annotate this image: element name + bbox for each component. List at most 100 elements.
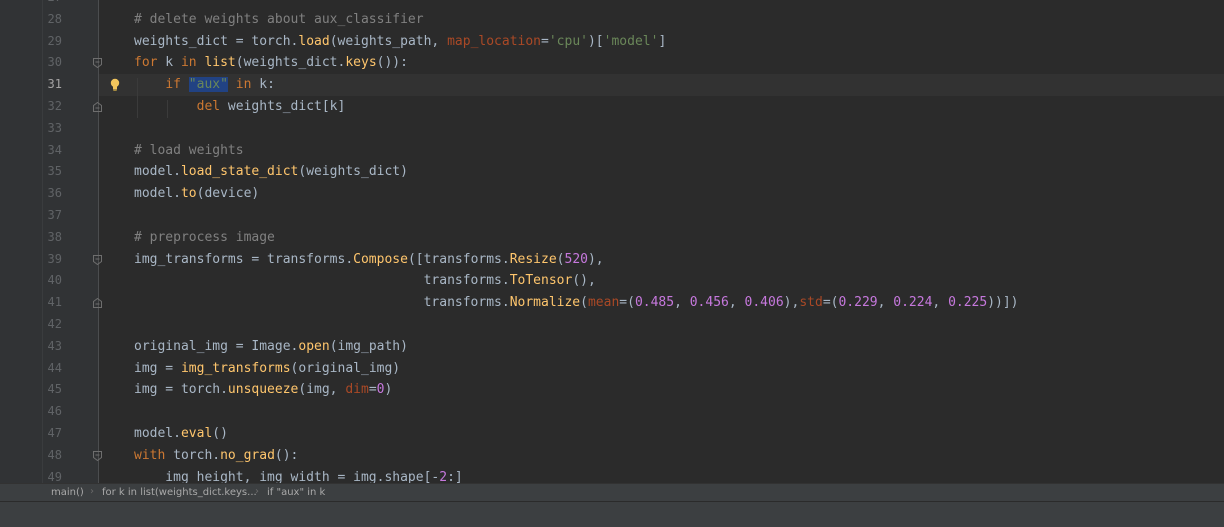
code-line[interactable]: 32 del weights_dict[k] xyxy=(48,96,1224,118)
line-number: 42 xyxy=(47,317,62,331)
line-number: 41 xyxy=(47,295,62,310)
code-line[interactable]: 34 # load weights xyxy=(48,140,1224,162)
line-number: 40 xyxy=(47,273,62,288)
code-text[interactable]: with torch.no_grad(): xyxy=(134,445,298,467)
code-text[interactable]: original_img = Image.open(img_path) xyxy=(134,336,408,358)
code-line[interactable]: 33 xyxy=(48,118,1224,140)
fold-end-marker-icon[interactable] xyxy=(93,298,102,309)
line-number: 32 xyxy=(47,99,62,113)
code-token: with xyxy=(134,447,166,463)
code-line[interactable]: 40 transforms.ToTensor(), xyxy=(48,270,1224,292)
line-number: 29 xyxy=(47,33,62,48)
code-token: eval xyxy=(180,426,213,441)
code-token: =( xyxy=(822,295,839,311)
code-token: img_height, img_width = img.shape[- xyxy=(134,469,440,483)
code-text[interactable]: model.load_state_dict(weights_dict) xyxy=(134,161,408,183)
code-text[interactable]: img_transforms = transforms.Compose([tra… xyxy=(134,249,604,271)
code-line[interactable]: 47 model.eval() xyxy=(48,423,1224,445)
code-token: 0.456 xyxy=(689,295,729,311)
code-text[interactable]: # delete weights about aux_classifier xyxy=(134,9,424,31)
code-text[interactable]: img = torch.unsqueeze(img, dim=0) xyxy=(134,379,392,401)
code-text[interactable]: weights_dict = torch.load(weights_path, … xyxy=(134,31,666,53)
code-text[interactable]: del weights_dict[k] xyxy=(134,96,346,118)
code-line[interactable]: 30 for k in list(weights_dict.keys()): xyxy=(48,52,1224,74)
code-line[interactable]: 42 xyxy=(48,314,1224,336)
code-line[interactable]: 48 with torch.no_grad(): xyxy=(48,445,1224,467)
code-text[interactable]: # preprocess image xyxy=(134,227,275,249)
code-line[interactable]: 44 img = img_transforms(original_img) xyxy=(48,358,1224,380)
indent-guide xyxy=(167,100,168,118)
line-number: 46 xyxy=(47,404,62,419)
code-token: for xyxy=(134,55,158,71)
code-line[interactable]: 39 img_transforms = transforms.Compose([t… xyxy=(48,249,1224,271)
code-token: img = xyxy=(134,360,181,376)
code-token: model. xyxy=(134,164,181,180)
code-text[interactable]: img_height, img_width = img.shape[-2:] xyxy=(134,467,462,483)
code-text[interactable]: model.to(device) xyxy=(134,183,259,205)
code-token: original_img = Image. xyxy=(134,338,299,354)
code-line[interactable]: 29 weights_dict = torch.load(weights_path… xyxy=(48,31,1224,53)
code-token: weights_dict = torch. xyxy=(134,33,299,49)
code-line[interactable]: 31 if "aux" in k: xyxy=(48,74,1224,96)
code-token: unsqueeze xyxy=(227,382,299,398)
code-token: torch. xyxy=(165,447,221,463)
code-editor[interactable]: 27 28 # delete weights about aux_classifie… xyxy=(0,0,1224,483)
code-text[interactable]: if "aux" in k: xyxy=(134,74,275,96)
line-number: 47 xyxy=(47,426,62,440)
fold-marker-icon[interactable] xyxy=(93,58,102,69)
code-text[interactable]: img = img_transforms(original_img) xyxy=(134,358,400,380)
code-text[interactable]: # load weights xyxy=(134,140,244,162)
code-line[interactable]: 46 xyxy=(48,401,1224,423)
code-line[interactable]: 27 xyxy=(48,0,1224,9)
code-token: Compose xyxy=(353,251,408,267)
line-number: 35 xyxy=(47,164,62,179)
code-text[interactable]: transforms.Normalize(mean=(0.485, 0.456,… xyxy=(134,292,1019,314)
code-token: model. xyxy=(134,426,181,441)
code-line[interactable]: 41 transforms.Normalize(mean=(0.485, 0.4… xyxy=(48,292,1224,314)
code-token: img_transforms xyxy=(180,360,291,376)
code-token: # delete weights about aux_classifier xyxy=(134,11,424,27)
fold-end-marker-icon[interactable] xyxy=(93,102,102,112)
code-text[interactable]: model.eval() xyxy=(134,423,228,445)
breadcrumb-if-statement[interactable]: if "aux" in k xyxy=(267,487,325,498)
code-text[interactable]: transforms.ToTensor(), xyxy=(134,270,596,292)
code-line[interactable]: 36 model.to(device) xyxy=(48,183,1224,205)
code-area[interactable]: 27 28 # delete weights about aux_classifie… xyxy=(48,0,1224,483)
code-line[interactable]: 37 xyxy=(48,205,1224,227)
code-token: 520 xyxy=(564,251,588,267)
code-line[interactable]: 28 # delete weights about aux_classifier xyxy=(48,9,1224,31)
code-token: () xyxy=(212,426,228,441)
line-number: 37 xyxy=(47,208,62,222)
code-text[interactable]: for k in list(weights_dict.keys()): xyxy=(134,52,408,74)
code-token: (original_img) xyxy=(290,360,401,376)
code-token: map_location xyxy=(447,33,542,49)
code-token: 0.224 xyxy=(893,295,933,311)
code-line[interactable]: 45 img = torch.unsqueeze(img, dim=0) xyxy=(48,379,1224,401)
code-line[interactable]: 49 img_height, img_width = img.shape[-2:… xyxy=(48,467,1224,483)
code-line[interactable]: 43 original_img = Image.open(img_path) xyxy=(48,336,1224,358)
code-token: Resize xyxy=(509,251,557,267)
breadcrumb-main[interactable]: main() xyxy=(51,487,84,498)
code-token: img = torch. xyxy=(134,382,228,398)
code-line[interactable]: 38 # preprocess image xyxy=(48,227,1224,249)
code-token: del xyxy=(196,99,221,114)
lightbulb-icon[interactable] xyxy=(109,77,121,92)
code-token: , xyxy=(877,295,894,311)
indent-guide xyxy=(137,78,138,118)
code-token: in xyxy=(180,55,197,71)
code-token: , xyxy=(728,295,745,311)
code-token: )[ xyxy=(587,33,604,49)
code-line[interactable]: 35 model.load_state_dict(weights_dict) xyxy=(48,161,1224,183)
status-bar xyxy=(0,501,1224,527)
code-token: (weights_path, xyxy=(329,33,448,49)
line-number: 45 xyxy=(47,382,62,397)
code-token: 'model' xyxy=(603,33,659,49)
fold-marker-icon[interactable] xyxy=(93,450,102,461)
code-token: load_state_dict xyxy=(180,164,299,180)
fold-marker-icon[interactable] xyxy=(93,254,102,265)
line-number: 30 xyxy=(47,55,62,70)
line-number: 38 xyxy=(47,229,62,244)
breadcrumb-for-loop[interactable]: for k in list(weights_dict.keys... xyxy=(102,487,257,498)
